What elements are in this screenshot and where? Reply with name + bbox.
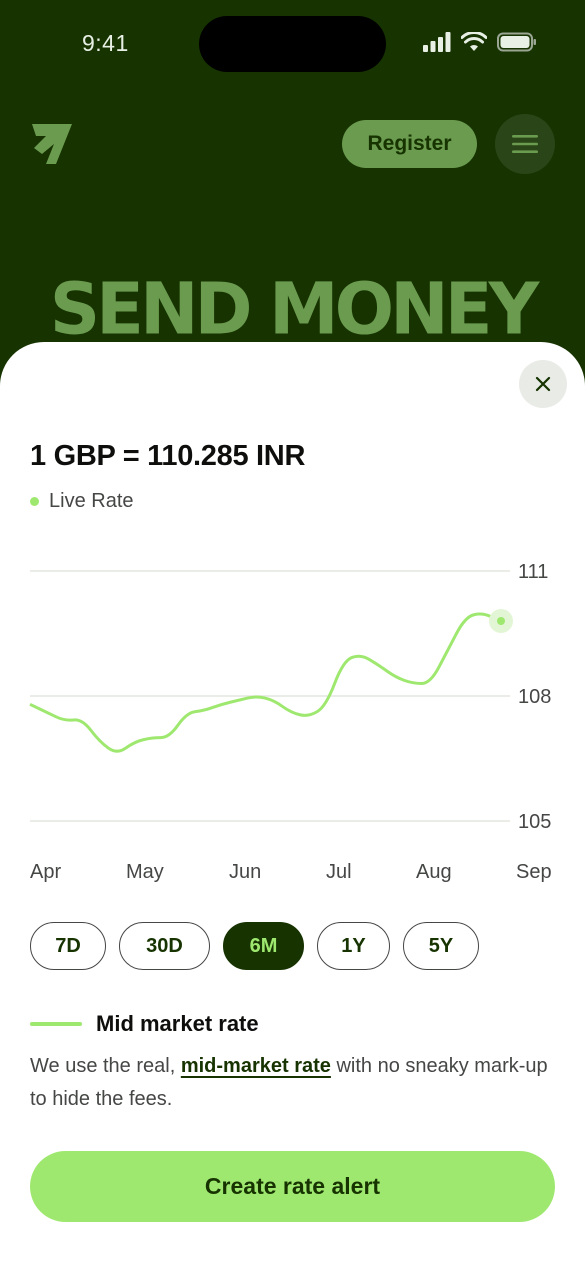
status-time: 9:41: [82, 30, 129, 56]
close-icon: [535, 376, 551, 392]
mid-market-rate-link[interactable]: mid-market rate: [181, 1055, 331, 1077]
live-rate-indicator: Live Rate: [30, 490, 134, 513]
live-rate-label: Live Rate: [49, 490, 134, 512]
close-button[interactable]: [519, 360, 567, 408]
x-tick-label: Apr: [30, 861, 61, 883]
signal-icon: [423, 32, 451, 52]
x-tick-label: Sep: [516, 861, 552, 883]
y-tick-label: 105: [518, 811, 551, 833]
y-tick-label: 108: [518, 686, 551, 708]
rate-chart[interactable]: 111 108 105 Apr May Jun Jul Aug Sep: [0, 540, 585, 890]
hamburger-icon: [512, 135, 538, 153]
dynamic-island: [199, 16, 386, 72]
x-tick-label: Aug: [416, 861, 452, 883]
period-button-5y[interactable]: 5Y: [403, 922, 479, 970]
period-button-30d[interactable]: 30D: [119, 922, 210, 970]
y-tick-label: 111: [518, 561, 548, 583]
period-button-7d[interactable]: 7D: [30, 922, 106, 970]
app-screen: 9:41 Register SEND MONEY 1 GBP = 110.285…: [0, 0, 585, 1266]
battery-icon: [497, 32, 536, 52]
legend-line-swatch: [30, 1022, 82, 1026]
wifi-icon: [461, 32, 487, 51]
chart-legend: Mid market rate: [30, 1011, 259, 1037]
register-button[interactable]: Register: [342, 120, 477, 168]
current-point: [497, 617, 505, 625]
hero-title: SEND MONEY: [49, 267, 540, 351]
menu-button[interactable]: [495, 114, 555, 174]
period-button-1y[interactable]: 1Y: [317, 922, 390, 970]
status-icons: [423, 32, 537, 52]
rate-description: We use the real, mid-market rate with no…: [30, 1050, 555, 1116]
x-tick-label: Jul: [326, 861, 352, 883]
live-dot-icon: [30, 497, 39, 506]
legend-label: Mid market rate: [96, 1011, 259, 1036]
description-before: We use the real,: [30, 1055, 181, 1077]
create-rate-alert-button[interactable]: Create rate alert: [30, 1151, 555, 1222]
x-tick-label: May: [126, 861, 164, 883]
rate-series-line: [29, 612, 501, 753]
exchange-rate-title: 1 GBP = 110.285 INR: [30, 440, 306, 472]
x-tick-label: Jun: [229, 861, 261, 883]
wise-logo-icon[interactable]: [30, 122, 74, 171]
period-selector: 7D 30D 6M 1Y 5Y: [30, 922, 479, 970]
period-button-6m[interactable]: 6M: [223, 922, 304, 970]
